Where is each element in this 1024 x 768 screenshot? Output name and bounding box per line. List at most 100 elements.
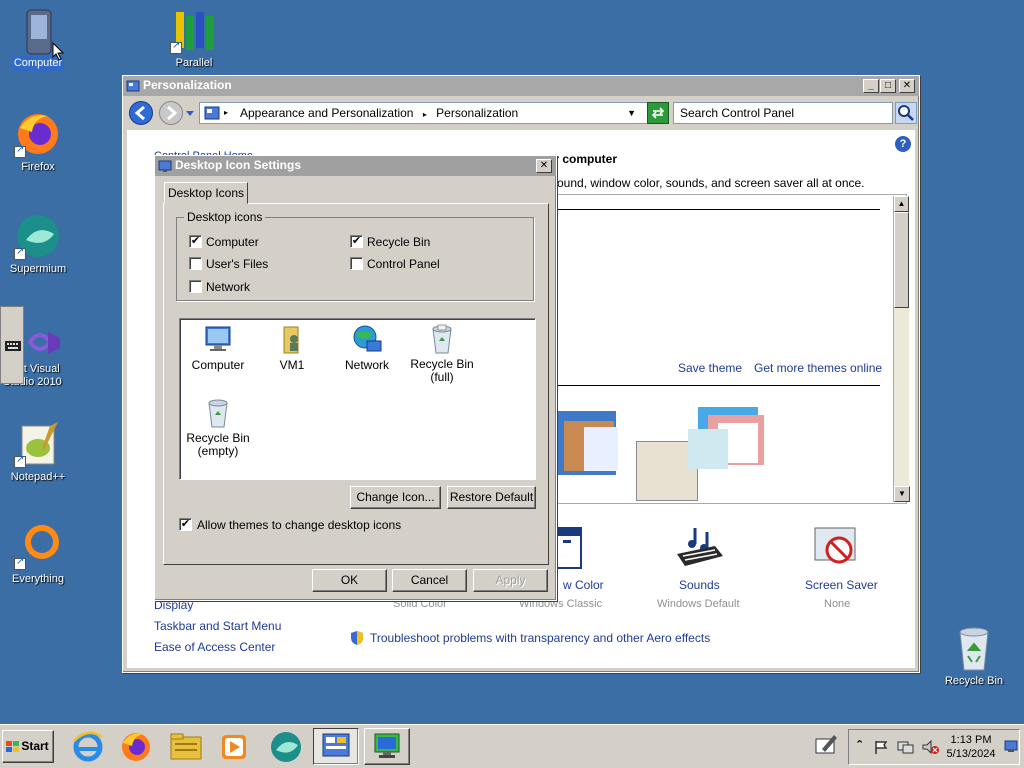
system-tray: ⌃ 1:13 PM 5/13/2024	[848, 729, 1020, 765]
breadcrumb-item[interactable]: Appearance and Personalization	[240, 106, 413, 120]
action-center-flag-icon[interactable]	[873, 739, 889, 755]
pen-input-icon[interactable]	[814, 733, 838, 757]
clock-time: 1:13 PM	[950, 734, 992, 746]
themes-scrollbar[interactable]: ▲ ▼	[893, 196, 910, 502]
network-tray-icon[interactable]	[897, 739, 915, 755]
dialog-close-button[interactable]: ✕	[536, 159, 552, 173]
refresh-button[interactable]	[647, 102, 669, 124]
ok-button[interactable]: OK	[312, 569, 387, 592]
checkbox-network[interactable]	[189, 280, 202, 293]
computer-icon	[205, 326, 231, 351]
preview-label: VM1	[279, 358, 305, 372]
checkbox-control-panel[interactable]	[350, 257, 363, 270]
taskbar-media-player[interactable]	[216, 729, 252, 765]
icon-preview-list: Computer VM1 Network Recycle Bin (full) …	[179, 318, 536, 480]
theme-thumbnail[interactable]	[658, 405, 768, 485]
cancel-button[interactable]: Cancel	[392, 569, 467, 592]
forward-button[interactable]	[159, 101, 183, 125]
chevron-right-icon[interactable]: ▸	[224, 103, 228, 123]
taskbar: Start ⌃ 1:13 PM 5/13/2024	[0, 724, 1024, 768]
restore-default-button[interactable]: Restore Default	[447, 486, 536, 509]
volume-muted-icon[interactable]	[921, 739, 939, 755]
folder-icon	[170, 733, 202, 760]
preview-item-recycle-full[interactable]: Recycle Bin (full)	[406, 323, 478, 384]
search-input[interactable]: Search Control Panel	[673, 102, 893, 124]
breadcrumb-item[interactable]: Personalization	[436, 106, 518, 120]
preview-item-network[interactable]: Network	[337, 323, 397, 372]
save-theme-link[interactable]: Save theme	[678, 361, 742, 375]
windows-logo-icon	[6, 741, 19, 752]
preview-label: Network	[344, 358, 389, 372]
control-panel-icon	[322, 733, 350, 757]
chevron-right-icon[interactable]: ▸	[423, 110, 427, 119]
change-icon-button[interactable]: Change Icon...	[350, 486, 441, 509]
desktop-icon-firefox[interactable]: Firefox	[0, 110, 76, 175]
taskbar-ie[interactable]	[70, 729, 106, 765]
show-hidden-icons-button[interactable]: ⌃	[855, 738, 864, 751]
taskbar-start-menu-link[interactable]: Taskbar and Start Menu	[154, 619, 281, 633]
notepadpp-icon	[14, 420, 62, 468]
sounds-link[interactable]: Sounds	[679, 578, 720, 592]
scroll-thumb[interactable]	[894, 212, 909, 308]
window-color-icon[interactable]	[553, 526, 583, 572]
network-icon	[353, 325, 382, 352]
dialog-title: Desktop Icon Settings	[175, 158, 302, 172]
scroll-up-button[interactable]: ▲	[894, 196, 909, 212]
desktop-icon-label: Parallel	[175, 57, 213, 69]
refresh-icon	[651, 107, 665, 119]
desktop-icon-notepadpp[interactable]: Notepad++	[0, 420, 76, 485]
clock[interactable]: 1:13 PM 5/13/2024	[941, 733, 1001, 761]
media-player-icon	[222, 735, 246, 759]
breadcrumb[interactable]: ▸ Appearance and Personalization ▸ Perso…	[199, 102, 649, 124]
start-button[interactable]: Start	[2, 730, 54, 763]
taskbar-firefox[interactable]	[118, 729, 154, 765]
history-dropdown-icon[interactable]	[185, 110, 195, 118]
close-button[interactable]: ✕	[899, 79, 915, 93]
window-color-link[interactable]: w Color	[563, 578, 604, 592]
supermium-icon	[14, 212, 62, 260]
search-button[interactable]	[895, 102, 917, 124]
checkbox-computer[interactable]: ✔	[189, 235, 202, 248]
apply-button[interactable]: Apply	[473, 569, 548, 592]
address-bar: ▸ Appearance and Personalization ▸ Perso…	[127, 98, 917, 128]
taskbar-supermium[interactable]	[268, 729, 304, 765]
desktop-icon-parallel[interactable]: Parallel	[156, 6, 232, 71]
monitor-icon	[374, 733, 400, 758]
keyboard-tab[interactable]	[0, 306, 24, 384]
taskbar-desktop-settings[interactable]	[364, 728, 410, 765]
checkbox-allow-themes[interactable]: ✔	[179, 518, 192, 531]
dialog-titlebar[interactable]: Desktop Icon Settings ✕	[155, 156, 556, 176]
screen-saver-link[interactable]: Screen Saver	[805, 578, 878, 592]
desktop-icon-computer[interactable]: Computer	[0, 6, 76, 71]
back-button[interactable]	[129, 101, 153, 125]
checkbox-users-files[interactable]	[189, 257, 202, 270]
taskbar-explorer[interactable]	[168, 729, 204, 765]
desktop-icon-supermium[interactable]: Supermium	[0, 212, 76, 277]
troubleshoot-link[interactable]: Troubleshoot problems with transparency …	[370, 631, 710, 645]
ease-of-access-link[interactable]: Ease of Access Center	[154, 640, 275, 654]
personalization-titlebar[interactable]: Personalization _ □ ✕	[123, 76, 919, 96]
theme-thumbnail[interactable]	[554, 405, 624, 495]
keyboard-icon	[5, 341, 21, 351]
mouse-cursor-icon	[52, 42, 64, 61]
preview-item-recycle-empty[interactable]: Recycle Bin (empty)	[182, 397, 254, 458]
preview-item-vm1[interactable]: VM1	[262, 323, 322, 372]
desktop-icon-everything[interactable]: Everything	[0, 522, 76, 587]
show-desktop-icon[interactable]	[1004, 739, 1018, 753]
minimize-button[interactable]: _	[863, 79, 879, 93]
desktop-icon-label: Everything	[12, 573, 64, 585]
checkbox-label: Control Panel	[367, 257, 440, 271]
sounds-icon[interactable]	[675, 526, 725, 574]
help-icon[interactable]: ?	[895, 136, 911, 152]
maximize-button[interactable]: □	[880, 79, 896, 93]
checkbox-recycle-bin[interactable]: ✔	[350, 235, 363, 248]
preview-item-computer[interactable]: Computer	[188, 323, 248, 372]
scroll-down-button[interactable]: ▼	[894, 486, 910, 502]
more-themes-link[interactable]: Get more themes online	[754, 361, 882, 375]
chevron-down-icon[interactable]: ▼	[627, 103, 636, 123]
taskbar-control-panel[interactable]	[313, 728, 359, 765]
desktop-icon-recycle-bin[interactable]: Recycle Bin	[936, 624, 1012, 689]
tab-desktop-icons[interactable]: Desktop Icons	[164, 182, 248, 204]
preview-label: Recycle Bin (full)	[410, 357, 474, 384]
screen-saver-icon[interactable]	[813, 526, 861, 572]
